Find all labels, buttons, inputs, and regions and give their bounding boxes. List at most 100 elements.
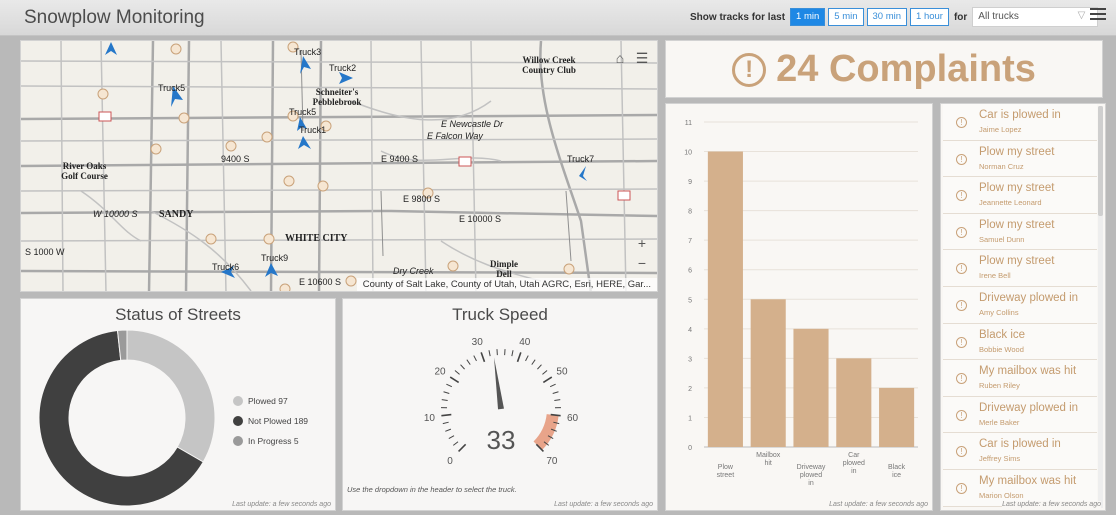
- complaint-reporter: Merle Baker: [979, 417, 1020, 427]
- gauge-tick: [542, 370, 548, 375]
- time-5min-button[interactable]: 5 min: [828, 8, 864, 26]
- speed-title: Truck Speed: [452, 305, 548, 324]
- map-truck-label: Truck1: [299, 125, 327, 135]
- legend-list-icon[interactable]: ☰: [631, 47, 653, 69]
- y-tick-label: 8: [688, 209, 692, 216]
- complaint-types-bar-chart: 0 1 2 3 4 5 6 7 8 9 10 11 Plowstreet Mailboxhit Drivew…: [684, 120, 918, 487]
- truck-speed-panel: Truck Speed 0 10 20 30 40 50 60 70 33 Use the dr…: [342, 298, 658, 511]
- complaint-list-item[interactable]: ! Plow my street Norman Cruz: [943, 140, 1097, 178]
- complaint-reporter: Jaime Lopez: [979, 125, 1022, 134]
- bar-mailbox-hit: [750, 299, 786, 447]
- gauge-tick-label: 60: [567, 413, 579, 424]
- x-tick-label: in: [808, 480, 814, 487]
- gauge-needle: [494, 357, 504, 410]
- complaint-list-item[interactable]: ! Plow my street Irene Bell: [943, 250, 1097, 287]
- hamburger-menu-icon[interactable]: [1090, 8, 1106, 22]
- list-scrollbar[interactable]: [1098, 106, 1103, 216]
- home-icon[interactable]: ⌂: [609, 47, 631, 69]
- alert-circle-icon: !: [956, 226, 967, 238]
- x-tick-label: Black: [888, 464, 906, 471]
- map-truck-label: Truck7: [567, 154, 595, 164]
- complaint-title: Plow my street: [979, 255, 1055, 268]
- not-plowed-swatch: [233, 416, 243, 426]
- complaint-list-item[interactable]: ! Black ice Bobbie Wood: [943, 323, 1097, 361]
- alert-circle-icon: !: [732, 53, 767, 87]
- complaint-title: Plow my street: [979, 218, 1055, 231]
- truck-select[interactable]: All trucks ▽: [972, 7, 1099, 27]
- y-tick-label: 4: [688, 327, 692, 334]
- map-street-label: 9400 S: [221, 154, 250, 164]
- complaint-list-panel[interactable]: ! Car is plowed in Jaime Lopez! Plow my str…: [940, 103, 1106, 511]
- x-tick-label: Plow: [718, 464, 734, 471]
- list-update-note: Last update: a few seconds ago: [1002, 501, 1101, 508]
- complaint-list-item[interactable]: ! Plow my street Jeannette Leonard: [943, 177, 1097, 214]
- map-truck-label: Truck5: [158, 83, 186, 93]
- chart-update-note: Last update: a few seconds ago: [829, 501, 928, 508]
- in-progress-swatch: [233, 436, 243, 446]
- status-donut-chart: [38, 329, 216, 507]
- complaint-list-item[interactable]: ! My mailbox was hit Ruben Riley: [943, 360, 1097, 397]
- gauge-tick: [441, 413, 452, 417]
- gauge-tick-label: 0: [447, 456, 453, 467]
- truck-select-value: All trucks: [978, 11, 1019, 22]
- gauge-tick: [445, 428, 452, 432]
- map-street-label: E 9400 S: [381, 154, 419, 164]
- alert-circle-icon: !: [956, 446, 967, 458]
- y-tick-label: 3: [688, 356, 692, 363]
- y-tick-label: 7: [688, 238, 692, 245]
- map-panel[interactable]: Truck3 Truck2 Truck5 Truck5 Truck1 Truck…: [20, 40, 658, 292]
- map-place-label: SANDY: [159, 209, 194, 220]
- map-canvas[interactable]: [21, 41, 658, 292]
- x-tick-label: in: [851, 468, 857, 475]
- gauge-tick: [525, 355, 529, 362]
- zoom-out-button[interactable]: −: [631, 252, 653, 274]
- y-tick-label: 0: [688, 445, 692, 452]
- y-tick-label: 10: [684, 150, 692, 157]
- gauge-tick: [531, 359, 536, 365]
- complaint-title: My mailbox was hit: [979, 365, 1077, 378]
- status-of-streets-panel: Status of Streets Plowed 97 Not Plowed 1…: [20, 298, 336, 511]
- complaint-list-item[interactable]: ! Car is plowed in Jaime Lopez: [943, 104, 1097, 141]
- map-street-label: E 9800 S: [403, 194, 441, 204]
- complaint-list-item[interactable]: ! Driveway plowed in Amy Collins: [943, 286, 1097, 324]
- complaint-reporter: Samuel Dunn: [979, 234, 1025, 244]
- complaint-list-item[interactable]: ! Car is plowed in Jeffrey Sims: [943, 433, 1097, 470]
- complaint-reporter: Ruben Riley: [979, 381, 1020, 391]
- map-place-label: River Oaks Golf Course: [61, 161, 108, 181]
- complaint-title: Car is plowed in: [979, 438, 1061, 451]
- map-street-label: E Falcon Way: [427, 131, 483, 141]
- x-tick-label: ice: [892, 472, 901, 479]
- alert-circle-icon: !: [956, 117, 967, 128]
- complaint-list-item[interactable]: ! Driveway plowed in Merle Baker: [943, 396, 1097, 434]
- alert-circle-icon: !: [956, 263, 967, 275]
- alert-circle-icon: !: [956, 190, 967, 202]
- alert-circle-icon: !: [956, 373, 967, 385]
- gauge-tick: [542, 376, 553, 384]
- x-tick-label: Car: [848, 452, 860, 459]
- complaint-title: Black ice: [979, 328, 1026, 341]
- alert-circle-icon: !: [956, 153, 967, 165]
- legend-label: In Progress: [248, 436, 292, 446]
- gauge-tick: [443, 391, 450, 394]
- complaint-reporter: Norman Cruz: [979, 161, 1024, 171]
- complaint-list: ! Car is plowed in Jaime Lopez! Plow my str…: [941, 104, 1105, 507]
- x-tick-label: Driveway: [797, 464, 826, 471]
- map-truck-label: Truck3: [294, 47, 322, 57]
- app-title: Snowplow Monitoring: [24, 7, 205, 28]
- gauge-tick: [552, 391, 559, 394]
- alert-circle-icon: !: [956, 409, 967, 421]
- zoom-in-button[interactable]: +: [631, 232, 653, 254]
- map-truck-label: Truck9: [261, 253, 289, 263]
- complaint-types-chart-panel: 0 1 2 3 4 5 6 7 8 9 10 11 Plow street Mailbox hit Drivew…: [665, 103, 933, 511]
- time-30min-button[interactable]: 30 min: [866, 8, 908, 26]
- alert-circle-icon: !: [956, 336, 967, 348]
- gauge-tick: [449, 376, 460, 384]
- complaints-count: 24: [776, 48, 819, 90]
- time-1min-button[interactable]: 1 min: [790, 8, 826, 26]
- map-truck-label: Truck5: [289, 107, 317, 117]
- complaint-list-item[interactable]: ! Plow my street Samuel Dunn: [943, 213, 1097, 251]
- gauge-tick-label: 30: [472, 337, 484, 348]
- time-1hour-button[interactable]: 1 hour: [910, 8, 949, 26]
- map-place-label: Dimple Dell: [490, 259, 518, 279]
- x-tick-label: street: [717, 472, 735, 479]
